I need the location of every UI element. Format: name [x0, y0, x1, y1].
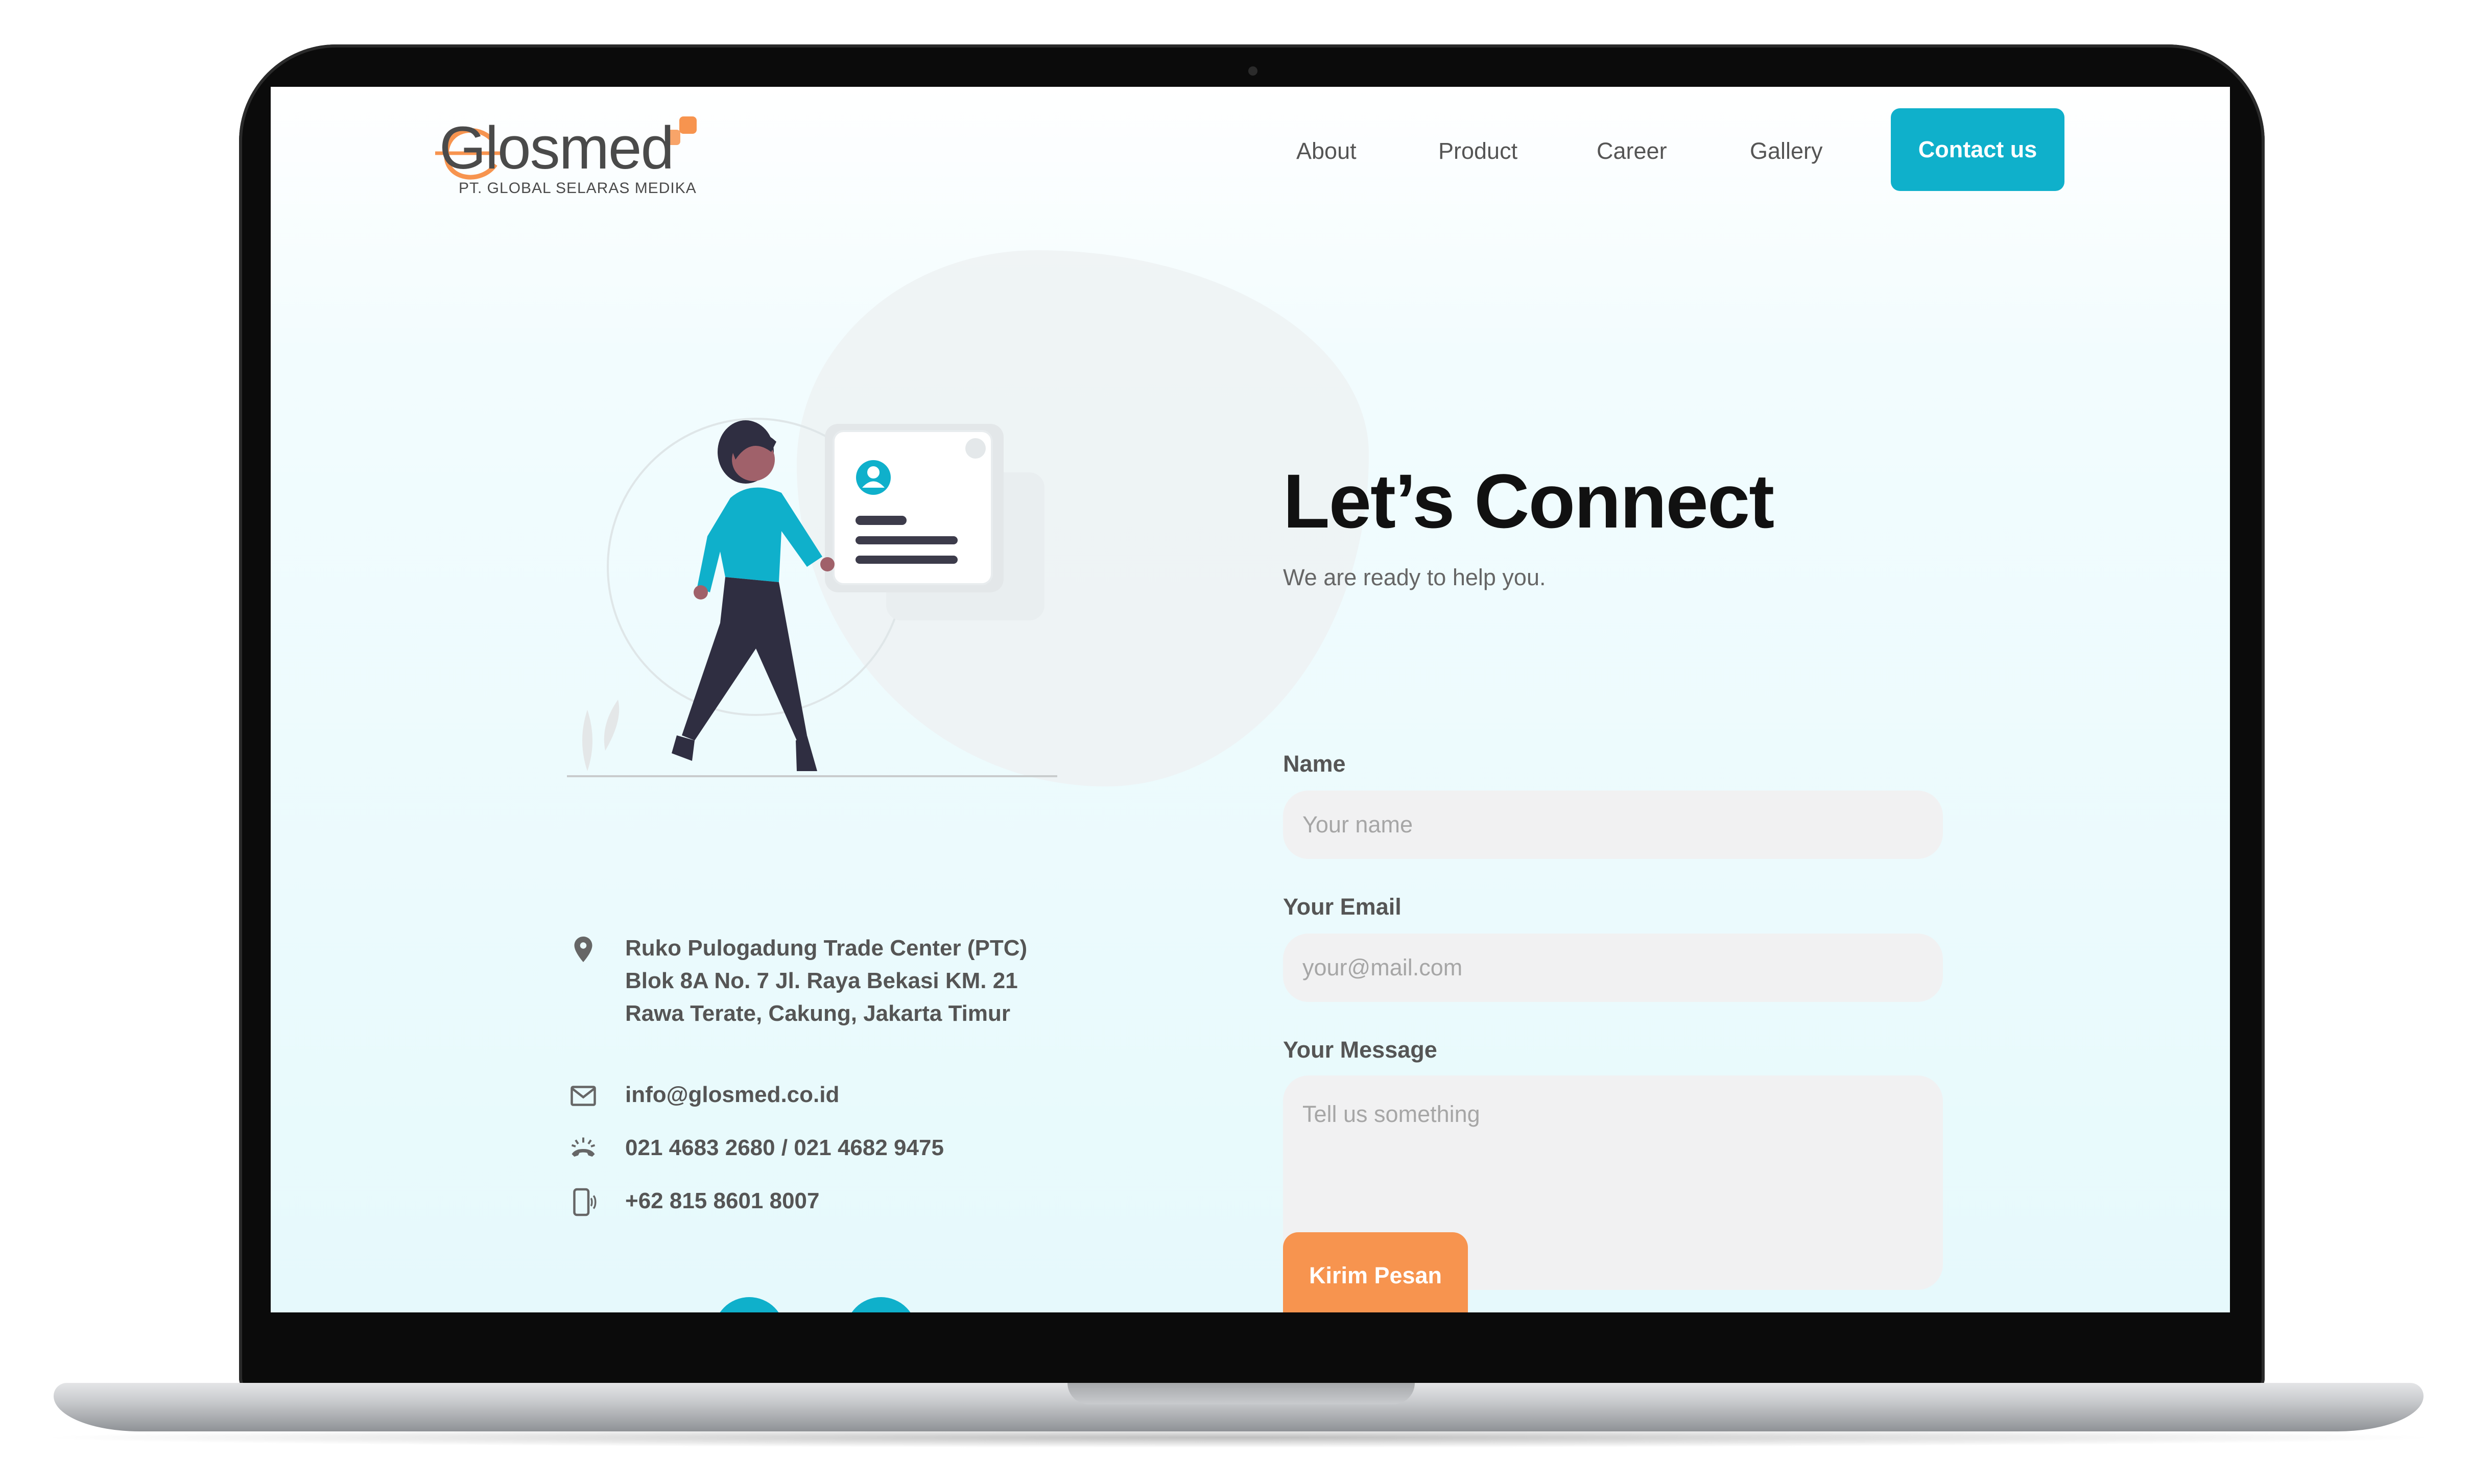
email-link[interactable]: info@glosmed.co.id — [625, 1079, 839, 1111]
camera-icon — [1248, 66, 1257, 76]
email-label: Your Email — [1283, 894, 1402, 920]
social-icon[interactable] — [714, 1297, 785, 1312]
social-icon[interactable] — [845, 1297, 917, 1312]
mail-icon — [571, 1086, 596, 1106]
submit-button[interactable]: Kirim Pesan — [1283, 1232, 1468, 1312]
name-field[interactable] — [1283, 791, 1943, 859]
nav-gallery[interactable]: Gallery — [1750, 138, 1823, 164]
mobile-number[interactable]: +62 815 8601 8007 — [625, 1185, 820, 1217]
phone-row[interactable]: 021 4683 2680 / 021 4682 9475 — [568, 1132, 944, 1164]
email-field[interactable] — [1283, 934, 1943, 1002]
phone-icon — [571, 1137, 596, 1157]
address-line-1: Ruko Pulogadung Trade Center (PTC) — [625, 936, 1028, 961]
illustration-person-with-card — [567, 418, 1057, 777]
nav-product[interactable]: Product — [1438, 138, 1517, 164]
address-row: Ruko Pulogadung Trade Center (PTC) Blok … — [568, 932, 1027, 1030]
logo[interactable]: Glosmed PT. GLOBAL SELARAS MEDIKA — [435, 103, 701, 205]
address-line-3: Rawa Terate, Cakung, Jakarta Timur — [625, 1001, 1010, 1026]
email-row[interactable]: info@glosmed.co.id — [568, 1079, 839, 1111]
laptop-notch — [1067, 1383, 1415, 1404]
logo-text: Glosmed — [439, 114, 674, 182]
address-line-2: Blok 8A No. 7 Jl. Raya Bekasi KM. 21 — [625, 968, 1018, 993]
location-pin-icon — [574, 937, 592, 962]
message-label: Your Message — [1283, 1037, 1437, 1063]
page-title: Let’s Connect — [1283, 458, 1774, 544]
browser-viewport: Glosmed PT. GLOBAL SELARAS MEDIKA About … — [271, 87, 2230, 1312]
name-label: Name — [1283, 751, 1346, 777]
contact-us-button[interactable]: Contact us — [1891, 108, 2064, 191]
phone-number[interactable]: 021 4683 2680 / 021 4682 9475 — [625, 1132, 944, 1164]
mobile-icon — [573, 1188, 597, 1216]
nav-about[interactable]: About — [1296, 138, 1357, 164]
page-subtitle: We are ready to help you. — [1283, 564, 1546, 590]
logo-tagline: PT. GLOBAL SELARAS MEDIKA — [459, 180, 697, 197]
nav-career[interactable]: Career — [1597, 138, 1667, 164]
mobile-row[interactable]: +62 815 8601 8007 — [568, 1185, 820, 1217]
